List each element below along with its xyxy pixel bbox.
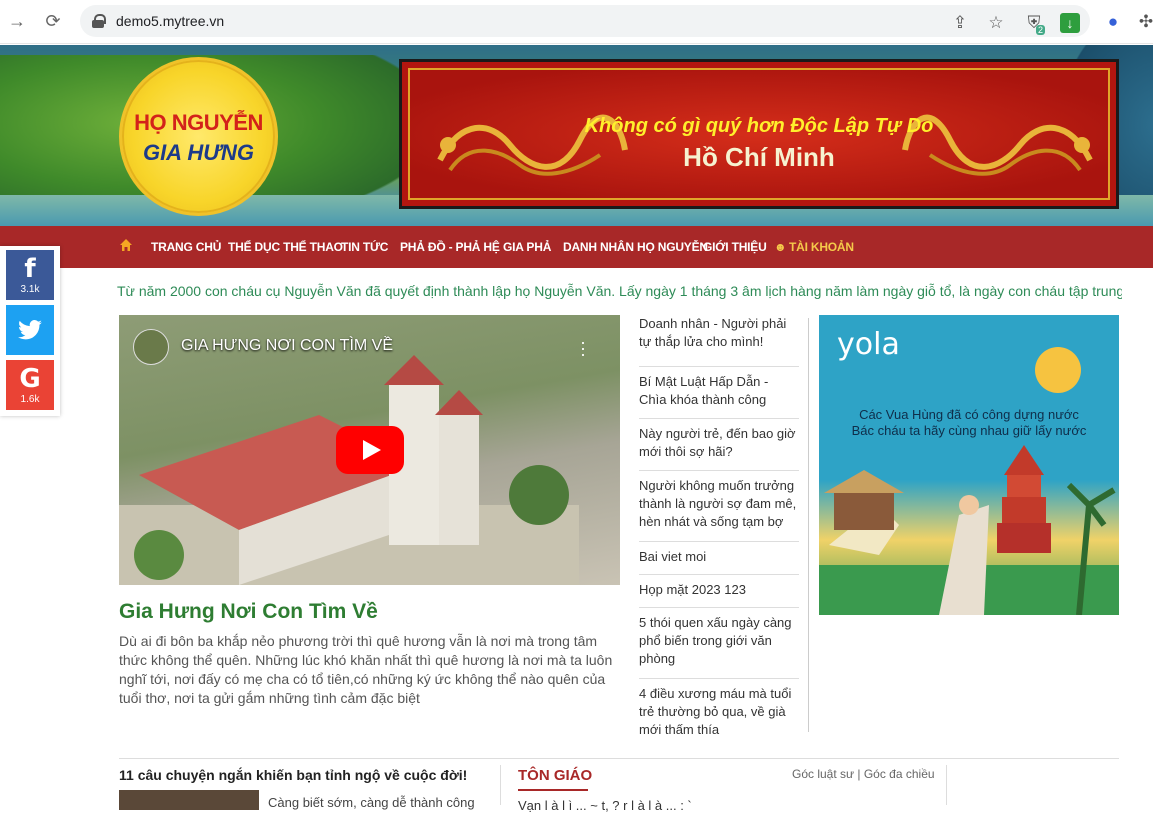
yola-advertisement[interactable]: yola Các Vua Hùng đã có công dựng nước B…: [819, 315, 1119, 615]
star-icon[interactable]: ☆: [986, 13, 1006, 33]
facebook-count: 3.1k: [20, 284, 40, 295]
twitter-icon: [18, 320, 42, 340]
story-thumbnail[interactable]: [119, 790, 259, 810]
featured-article-title[interactable]: Gia Hưng Nơi Con Tìm Về: [119, 600, 378, 624]
google-share-button[interactable]: G 1.6k: [6, 360, 54, 410]
ad-line2: Bác cháu ta hãy cùng nhau giữ lấy nước: [851, 423, 1087, 438]
logo-line1: HỌ NGUYỄN: [134, 110, 263, 135]
url-text[interactable]: demo5.mytree.vn: [116, 13, 224, 29]
banner-slogan: Không có gì quý hơn Độc Lập Tự Do: [584, 115, 934, 137]
puzzle-icon[interactable]: ✣: [1136, 12, 1153, 32]
news-item[interactable]: Họp mặt 2023 123: [639, 575, 799, 608]
featured-article-description: Dù ai đi bôn ba khắp nẻo phương trời thì…: [119, 633, 613, 706]
news-item[interactable]: 5 thói quen xấu ngày càng phổ biến trong…: [639, 608, 799, 679]
ad-line1: Các Vua Hùng đã có công dựng nước: [859, 407, 1079, 422]
facebook-share-button[interactable]: f 3.1k: [6, 250, 54, 300]
section-sublinks[interactable]: Góc luật sư | Góc đa chiều: [792, 767, 935, 781]
banner-author: Hồ Chí Minh: [683, 142, 835, 172]
ad-brand: yola: [837, 327, 900, 362]
reload-icon[interactable]: ⟳: [42, 10, 64, 32]
banner-frame: Không có gì quý hơn Độc Lập Tự Do Hồ Chí…: [408, 68, 1110, 200]
share-icon[interactable]: ⇪: [950, 13, 970, 33]
column-divider: [808, 318, 809, 732]
featured-video[interactable]: GIA HƯNG NƠI CON TÌM VỀ · · ·: [119, 315, 620, 585]
bottom-divider: [500, 765, 501, 805]
facebook-icon: f: [24, 254, 36, 284]
menu-item-trang-chu[interactable]: TRANG CHỦ: [151, 240, 221, 254]
news-list: Doanh nhân - Người phải tự thắp lửa cho …: [639, 315, 799, 745]
ad-illustration: [819, 445, 1119, 615]
sun-icon: [1035, 347, 1081, 393]
channel-avatar[interactable]: [133, 329, 169, 365]
video-title[interactable]: GIA HƯNG NƠI CON TÌM VỀ: [181, 337, 393, 355]
logo-line2: GIA HƯNG: [142, 140, 255, 165]
address-bar[interactable]: demo5.mytree.vn ⇪ ☆ ⛨ 2 ↓: [80, 5, 1090, 37]
section-title-underline: [518, 789, 588, 791]
story-excerpt: Càng biết sớm, càng dễ thành công: [268, 795, 475, 810]
section-divider: [119, 758, 1119, 759]
menu-item-account[interactable]: TÀI KHOẢN: [789, 240, 854, 254]
bottom-divider-right: [946, 765, 947, 805]
social-share-bar: f 3.1k G 1.6k: [0, 246, 60, 416]
section-preview[interactable]: Vạn l à l ì ... ~ t, ? r l à l à ... : `: [518, 798, 692, 813]
news-item[interactable]: Người không muốn trưởng thành là người s…: [639, 471, 799, 542]
menu-item-gia-pha[interactable]: GIA PHẢ: [503, 240, 551, 254]
menu-item-the-duc-the-thao[interactable]: THỂ DỤC THỂ THAO: [228, 240, 343, 254]
twitter-share-button[interactable]: [6, 305, 54, 355]
google-icon: G: [19, 364, 41, 394]
forward-arrow-icon[interactable]: →: [6, 10, 28, 32]
news-item[interactable]: Bí Mật Luật Hấp Dẫn - Chìa khóa thành cô…: [639, 367, 799, 419]
section-title-ton-giao[interactable]: TÔN GIÁO: [518, 767, 592, 784]
menu-item-pha-do[interactable]: PHẢ ĐỒ - PHẢ HỆ: [400, 240, 500, 254]
profile-extension-icon[interactable]: ●: [1103, 12, 1123, 32]
news-item[interactable]: Này người trẻ, đến bao giờ mới thôi sợ h…: [639, 419, 799, 471]
menu-item-gioi-thieu[interactable]: GIỚI THIỆU: [703, 240, 767, 254]
extension-badge: 2: [1036, 25, 1046, 35]
play-button[interactable]: [336, 426, 404, 474]
header-banner: Không có gì quý hơn Độc Lập Tự Do Hồ Chí…: [399, 59, 1119, 209]
menu-item-tin-tuc[interactable]: TIN TỨC: [341, 240, 388, 254]
home-icon[interactable]: [119, 238, 133, 252]
lock-icon: [92, 14, 106, 28]
main-menu: TRANG CHỦ THỂ DỤC THỂ THAO TIN TỨC PHẢ Đ…: [0, 226, 1153, 268]
user-icon[interactable]: ☻: [774, 240, 787, 254]
story-title[interactable]: 11 câu chuyện ngắn khiến bạn tỉnh ngộ về…: [119, 767, 467, 783]
browser-toolbar: → ⟳ demo5.mytree.vn ⇪ ☆ ⛨ 2 ↓ ● ✣: [0, 0, 1153, 44]
download-icon[interactable]: ↓: [1060, 13, 1080, 33]
news-item[interactable]: 4 điều xương máu mà tuổi trẻ thường bỏ q…: [639, 679, 799, 745]
news-item[interactable]: Doanh nhân - Người phải tự thắp lửa cho …: [639, 315, 799, 367]
menu-item-danh-nhan[interactable]: DANH NHÂN HỌ NGUYỄN: [563, 240, 708, 254]
site-logo[interactable]: HỌ NGUYỄN GIA HƯNG: [119, 57, 278, 216]
announcement-marquee[interactable]: Từ năm 2000 con cháu cụ Nguyễn Văn đã qu…: [117, 283, 1122, 303]
google-count: 1.6k: [20, 394, 40, 405]
video-menu-icon[interactable]: · · ·: [579, 333, 587, 363]
news-item[interactable]: Bai viet moi: [639, 542, 799, 575]
